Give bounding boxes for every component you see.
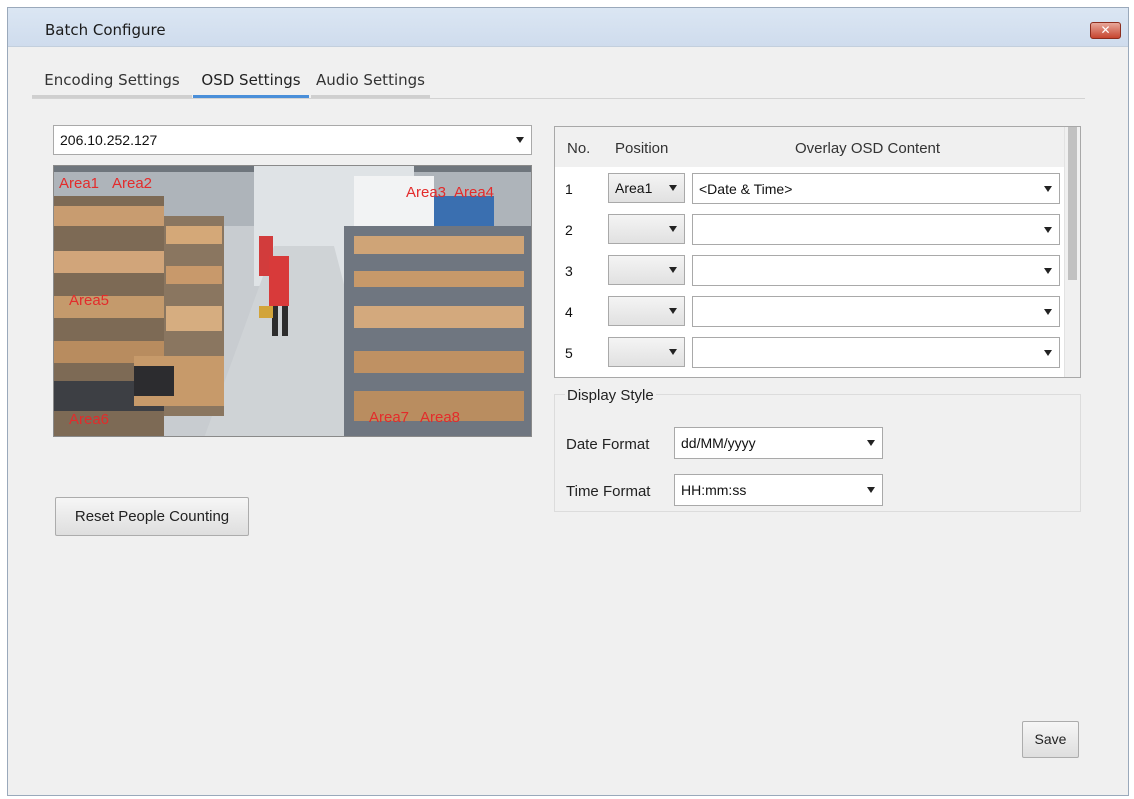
position-select[interactable] — [608, 214, 685, 244]
row-number: 2 — [565, 222, 573, 238]
reset-people-counting-button[interactable]: Reset People Counting — [55, 497, 249, 536]
tab-label: OSD Settings — [201, 71, 301, 89]
scrollbar-thumb[interactable] — [1068, 127, 1077, 280]
row-number: 3 — [565, 263, 573, 279]
tab-label: Audio Settings — [316, 71, 425, 89]
osd-content-value: <Date & Time> — [699, 180, 793, 197]
device-select[interactable]: 206.10.252.127 — [53, 125, 532, 155]
chevron-down-icon — [1044, 185, 1052, 192]
date-format-value: dd/MM/yyyy — [681, 435, 756, 451]
header-position: Position — [615, 140, 669, 157]
date-format-select[interactable]: dd/MM/yyyy — [674, 427, 883, 459]
chevron-down-icon — [669, 267, 677, 273]
video-preview[interactable]: Area1 Area2 Area3 Area4 Area5 Area6 Area… — [53, 165, 532, 437]
close-icon: ✕ — [1100, 23, 1111, 37]
batch-configure-window: Batch Configure ✕ Encoding Settings OSD … — [7, 7, 1129, 796]
chevron-down-icon — [1044, 226, 1052, 233]
chevron-down-icon — [1044, 308, 1052, 315]
osd-content-select[interactable] — [692, 255, 1060, 286]
chevron-down-icon — [1044, 267, 1052, 274]
osd-content-select[interactable] — [692, 214, 1060, 245]
area-label: Area2 — [112, 175, 153, 192]
chevron-down-icon — [867, 440, 875, 446]
tab-divider — [32, 98, 1085, 99]
display-style-group: Display Style Date Format dd/MM/yyyy Tim… — [554, 387, 1081, 512]
chevron-down-icon — [516, 137, 524, 143]
position-select[interactable] — [608, 296, 685, 326]
time-format-select[interactable]: HH:mm:ss — [674, 474, 883, 506]
osd-content-select[interactable] — [692, 337, 1060, 368]
row-number: 5 — [565, 345, 573, 361]
chevron-down-icon — [867, 487, 875, 493]
osd-content-select[interactable] — [692, 296, 1060, 327]
display-style-legend: Display Style — [565, 387, 656, 404]
time-format-value: HH:mm:ss — [681, 482, 747, 498]
warehouse-image — [54, 166, 531, 436]
close-button[interactable]: ✕ — [1090, 22, 1121, 39]
save-button[interactable]: Save — [1022, 721, 1079, 758]
area-label: Area4 — [454, 184, 495, 201]
window-title: Batch Configure — [45, 21, 166, 39]
area-label: Area1 — [59, 175, 100, 192]
area-label: Area8 — [420, 409, 461, 426]
area-label: Area3 — [406, 184, 447, 201]
chevron-down-icon — [1044, 349, 1052, 356]
osd-content-table: No. Position Overlay OSD Content 1 Area1… — [554, 126, 1081, 378]
tab-encoding-settings[interactable]: Encoding Settings — [32, 64, 192, 98]
position-select[interactable] — [608, 337, 685, 367]
tab-audio-settings[interactable]: Audio Settings — [311, 64, 430, 98]
title-bar: Batch Configure ✕ — [8, 8, 1128, 47]
tab-label: Encoding Settings — [44, 71, 180, 89]
area-label: Area7 — [369, 409, 410, 426]
device-select-value: 206.10.252.127 — [60, 132, 158, 148]
area-label: Area6 — [69, 411, 110, 428]
row-number: 1 — [565, 181, 573, 197]
header-no: No. — [567, 140, 591, 157]
osd-content-select[interactable]: <Date & Time> — [692, 173, 1060, 204]
chevron-down-icon — [669, 308, 677, 314]
position-value: Area1 — [615, 180, 653, 196]
row-number: 4 — [565, 304, 573, 320]
table-header: No. Position Overlay OSD Content — [555, 127, 1065, 167]
save-button-label: Save — [1034, 731, 1067, 747]
header-overlay-content: Overlay OSD Content — [795, 140, 941, 157]
chevron-down-icon — [669, 349, 677, 355]
position-select[interactable]: Area1 — [608, 173, 685, 203]
reset-button-label: Reset People Counting — [74, 508, 230, 525]
area-label: Area5 — [69, 292, 110, 309]
chevron-down-icon — [669, 226, 677, 232]
chevron-down-icon — [669, 185, 677, 191]
tab-osd-settings[interactable]: OSD Settings — [193, 64, 309, 98]
time-format-label: Time Format — [566, 483, 651, 500]
position-select[interactable] — [608, 255, 685, 285]
date-format-label: Date Format — [566, 436, 650, 453]
scrollbar[interactable] — [1064, 127, 1080, 377]
